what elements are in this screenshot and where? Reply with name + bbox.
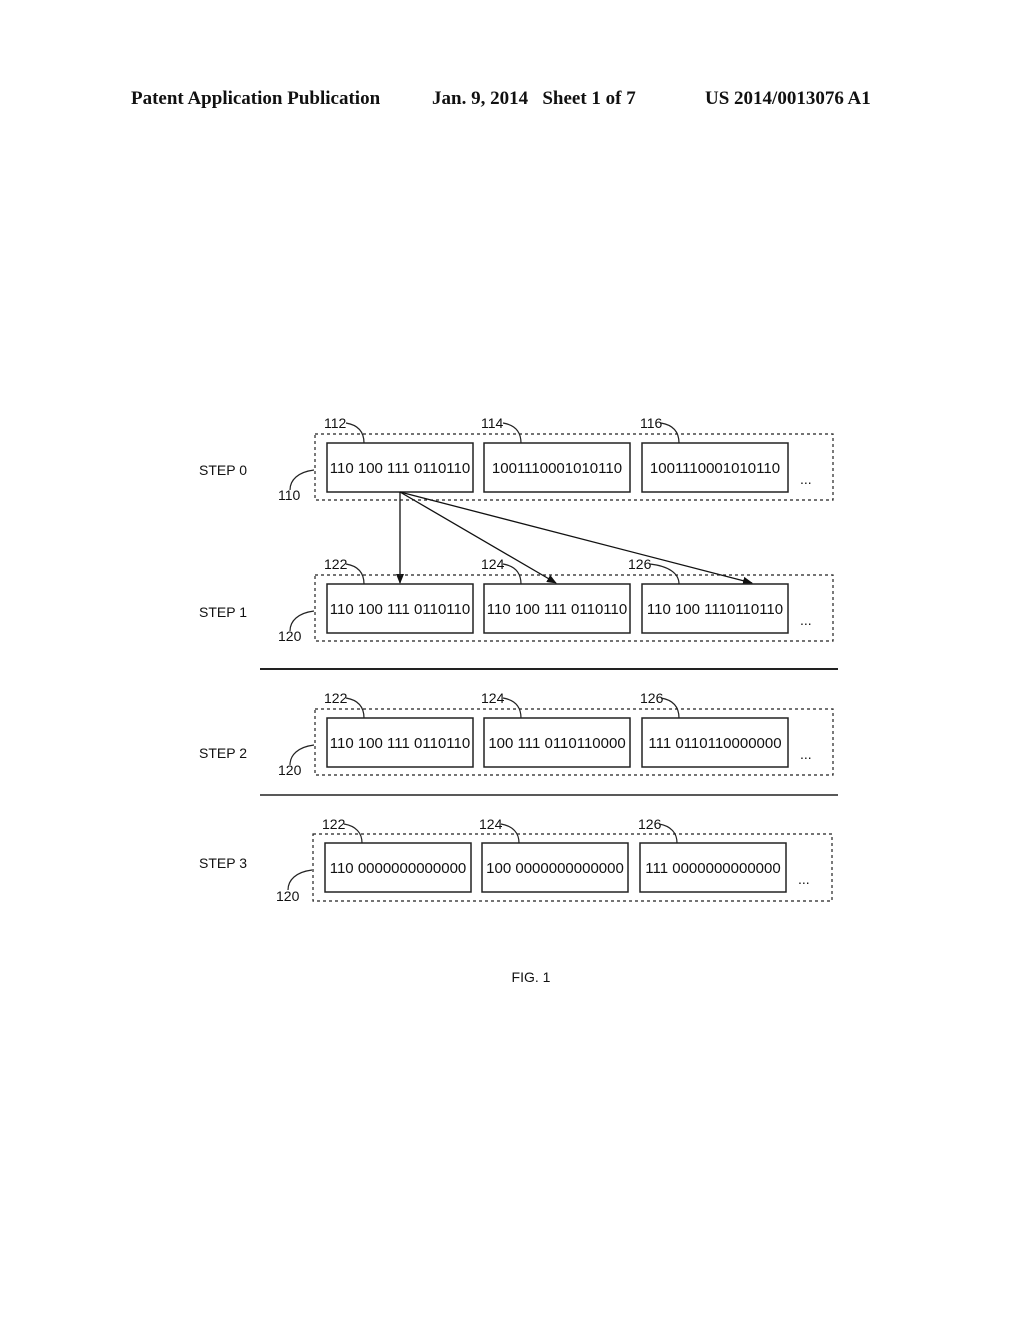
group-leader-line [287,869,313,891]
cell-ref: 122 [324,556,348,572]
cell-ref: 114 [481,415,504,431]
step-3-row: STEP 3 120 110 0000000000000 122 100 000… [199,816,833,904]
cell-ref: 124 [481,690,505,706]
ellipsis: ... [800,746,812,762]
figure-1-diagram: STEP 0 110 110 100 111 0110110 112 10011… [199,415,838,985]
step-2-row: STEP 2 120 110 100 111 0110110 122 100 1… [199,690,834,778]
cell-ref: 126 [638,816,662,832]
cell-ref: 124 [481,556,505,572]
cell-ref: 126 [628,556,652,572]
cell-leader-line [345,422,365,444]
step-label: STEP 1 [199,604,247,620]
cell-ref: 122 [324,690,348,706]
step-0-row: STEP 0 110 110 100 111 0110110 112 10011… [199,415,834,503]
figure-caption: FIG. 1 [512,969,551,985]
ellipsis: ... [800,471,812,487]
step-label: STEP 0 [199,462,247,478]
cell-value: 110 100 111 0110110 [330,601,470,618]
ellipsis: ... [798,871,810,887]
step-1-row: STEP 1 120 110 100 111 0110110 122 110 1… [199,556,834,644]
cell-value: 100 111 0110110000 [488,735,625,752]
cell-value: 111 0110110000000 [648,735,781,752]
cell-leader-line [649,563,680,585]
ellipsis: ... [800,612,812,628]
group-ref: 120 [278,628,302,644]
cell-leader-line [345,563,365,585]
cell-leader-line [343,823,363,844]
cell-value: 1001110001010110 [492,460,622,477]
cell-leader-line [660,697,680,719]
arrow-to-124 [399,491,557,584]
cell-value: 110 100 111 0110110 [330,735,470,752]
cell-leader-line [502,563,522,585]
cell-value: 110 100 111 0110110 [330,460,470,477]
cell-ref: 122 [322,816,346,832]
cell-leader-line [345,697,365,719]
cell-ref: 112 [324,415,347,431]
cell-ref: 124 [479,816,503,832]
step-label: STEP 2 [199,745,247,761]
copy-arrows [396,491,753,585]
cell-ref: 126 [640,690,664,706]
cell-value: 111 0000000000000 [645,860,780,877]
cell-leader-line [660,422,680,444]
cell-leader-line [502,422,522,444]
cell-ref: 116 [640,415,663,431]
group-ref: 120 [278,762,302,778]
cell-value: 110 100 111 0110110 [487,601,627,618]
cell-value: 100 0000000000000 [486,860,624,877]
step-label: STEP 3 [199,855,247,871]
cell-leader-line [502,697,522,719]
cell-value: 1001110001010110 [650,460,780,477]
cell-leader-line [500,823,520,844]
group-ref: 120 [276,888,300,904]
arrow-to-126 [399,491,753,585]
group-ref: 110 [278,487,301,503]
cell-value: 110 100 1110110110 [647,601,783,618]
cell-value: 110 0000000000000 [330,860,467,877]
